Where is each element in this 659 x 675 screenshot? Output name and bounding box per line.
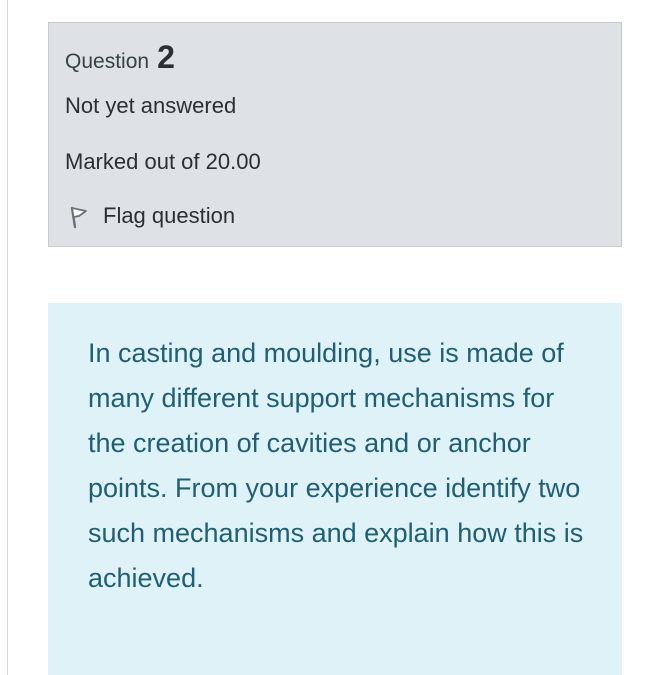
question-heading: Question 2 xyxy=(65,39,621,77)
page-divider xyxy=(7,0,8,675)
flag-question-button[interactable]: Flag question xyxy=(65,203,621,229)
question-text-panel: In casting and moulding, use is made of … xyxy=(48,303,622,675)
flag-question-label: Flag question xyxy=(103,203,236,228)
question-number: 2 xyxy=(157,39,175,75)
question-label: Question xyxy=(65,50,150,73)
flag-icon xyxy=(65,203,91,229)
question-info-panel: Question 2 Not yet answered Marked out o… xyxy=(48,22,622,247)
question-marks: Marked out of 20.00 xyxy=(65,149,261,174)
question-status: Not yet answered xyxy=(65,93,237,118)
question-text: In casting and moulding, use is made of … xyxy=(88,338,584,593)
